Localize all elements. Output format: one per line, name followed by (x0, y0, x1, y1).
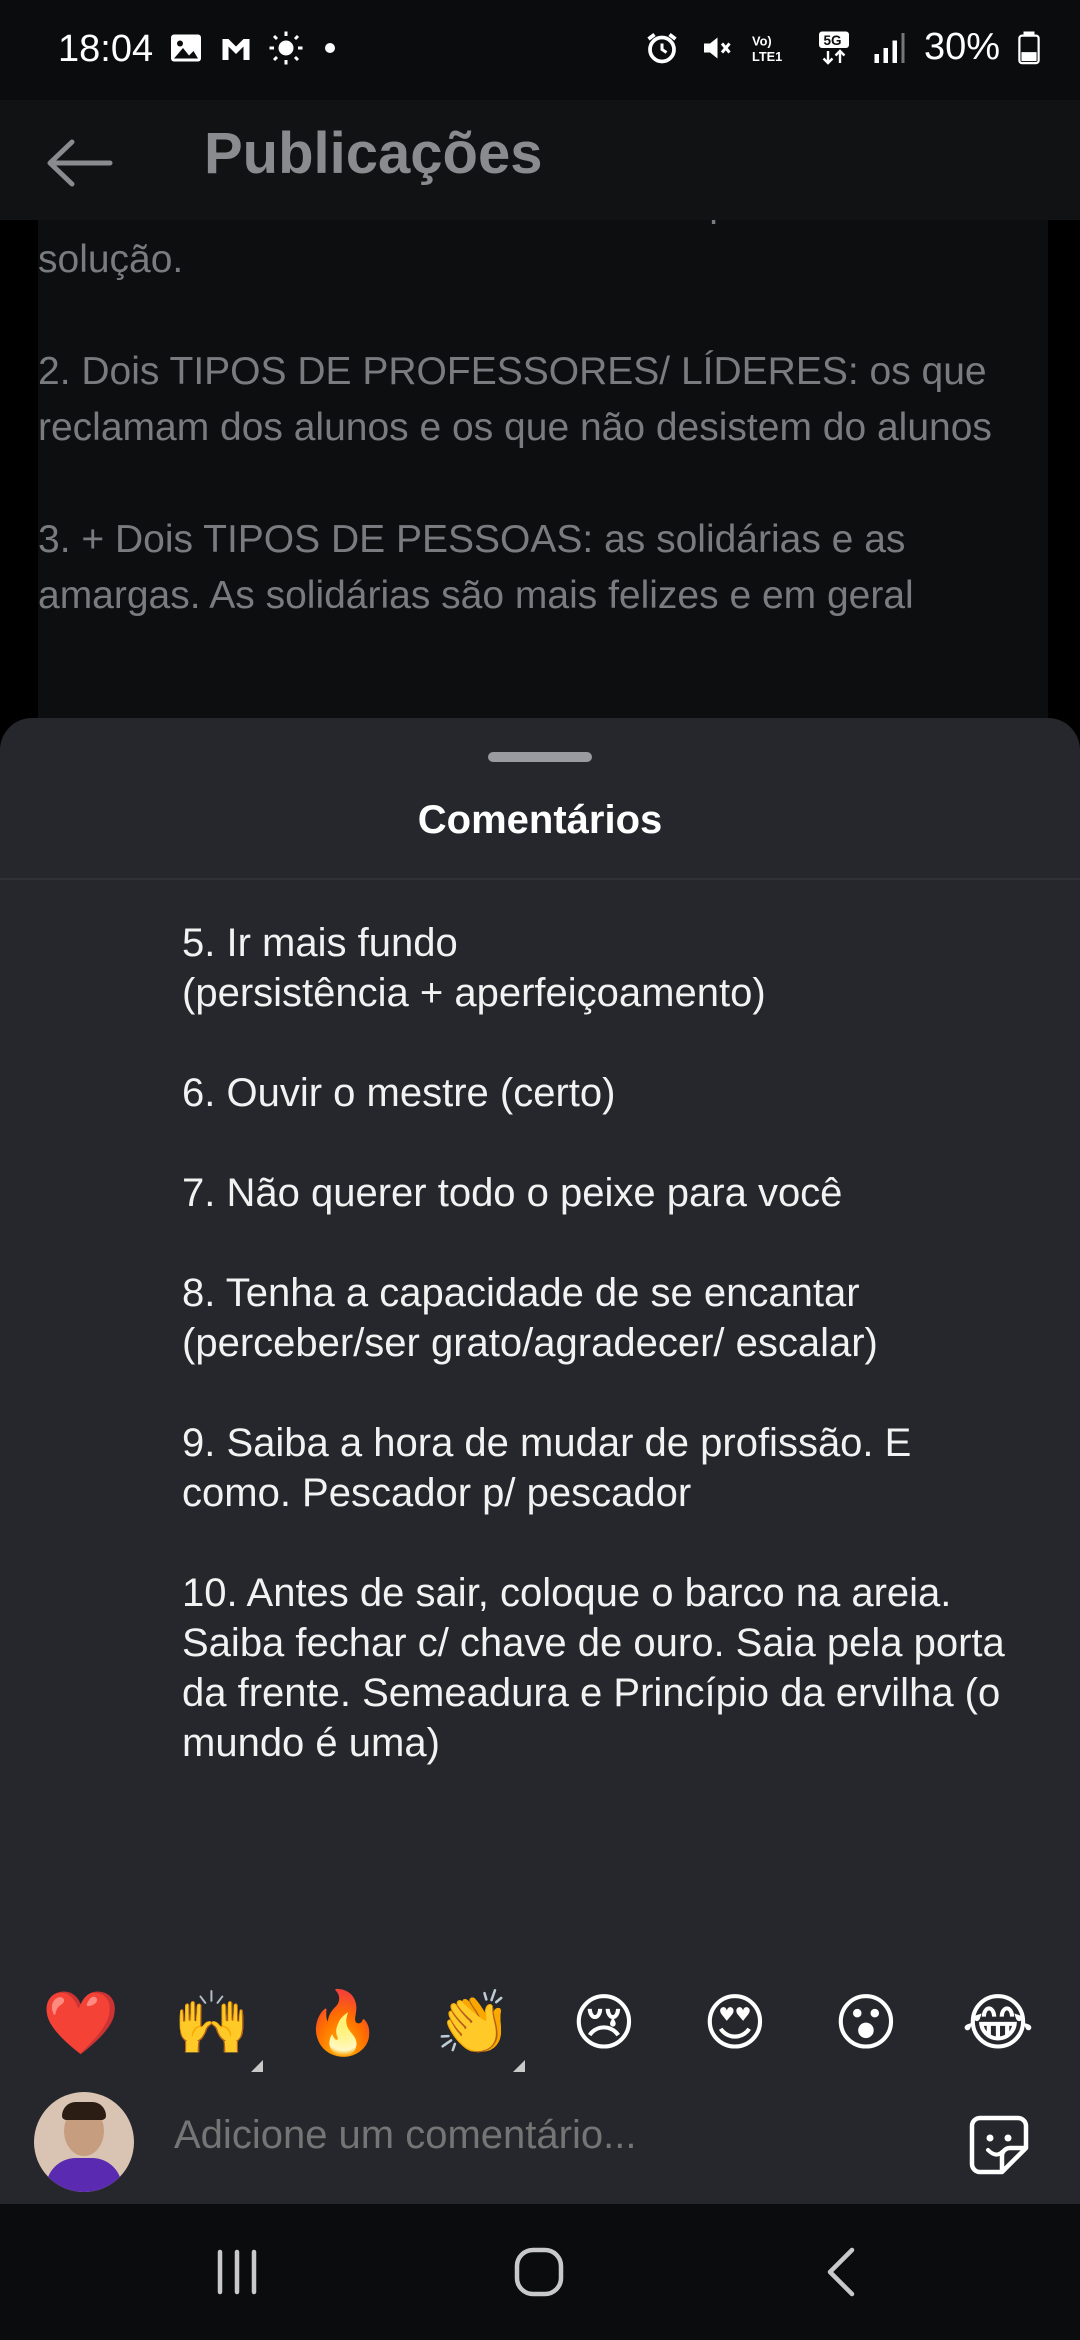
raising-hands-reaction-button[interactable]: 🙌 (173, 1986, 263, 2072)
comment-item: 5. Ir mais fundo (persistência + aperfei… (182, 921, 766, 1015)
crying-face-reaction-button[interactable]: 😢 (566, 1986, 642, 2062)
post-text: 1. Dois TIPOS DE PESSOAS: foco no proble… (38, 220, 1048, 740)
reaction-bar: ❤️ 🙌 🔥 👏 😢 😍 😮 😂 (0, 1952, 1080, 2082)
clapping-hands-icon: 👏 (435, 1989, 513, 2058)
comments-title: Comentários (417, 798, 663, 842)
comments-sheet: Comentários 5. Ir mais fundo (persistênc… (0, 718, 1080, 2204)
back-arrow-icon[interactable] (44, 138, 114, 188)
comment-item: 8. Tenha a capacidade de se encantar (pe… (182, 1271, 878, 1365)
svg-text:Vo): Vo) (752, 33, 772, 48)
battery-percent: 30% (923, 26, 1000, 68)
back-nav-icon[interactable] (808, 2242, 878, 2302)
post-paragraph: 2. Dois TIPOS DE PROFESSORES/ LÍDERES: o… (38, 350, 992, 449)
gmail-icon (222, 39, 250, 60)
avatar (34, 2092, 134, 2192)
status-left-icons (168, 30, 342, 66)
status-right: Vo) LTE1 5G 30% (644, 26, 1040, 69)
comment-item: 7. Não querer todo o peixe para você (182, 1171, 843, 1215)
svg-text:LTE1: LTE1 (752, 48, 782, 63)
app-header: Publicações (0, 100, 1080, 220)
comment-composer (0, 2082, 1080, 2204)
heart-icon: ❤️ (42, 1989, 120, 2058)
fire-icon: 🔥 (304, 1989, 382, 2058)
image-icon (171, 34, 201, 62)
variant-indicator-icon (251, 2060, 263, 2072)
crying-face-icon: 😢 (571, 1989, 637, 2058)
5g-icon: 5G (818, 31, 849, 65)
comment-item: 10. Antes de sair, coloque o barco na ar… (182, 1571, 1005, 1765)
status-bar: 18:04 Vo) LTE1 5G 30% (0, 0, 1080, 100)
svg-text:5G: 5G (823, 33, 841, 48)
surprised-face-icon: 😮 (833, 1989, 899, 2058)
brightness-icon (269, 31, 303, 65)
laughing-tears-icon: 😂 (961, 1989, 1035, 2058)
post-paragraph: 1. Dois TIPOS DE PESSOAS: foco no proble… (38, 220, 980, 281)
battery-icon (1018, 31, 1040, 64)
surprised-face-reaction-button[interactable]: 😮 (828, 1986, 904, 2062)
comment-item: 6. Ouvir o mestre (certo) (182, 1071, 616, 1115)
laughing-tears-reaction-button[interactable]: 😂 (960, 1986, 1036, 2062)
clapping-hands-reaction-button[interactable]: 👏 (435, 1986, 525, 2072)
divider (0, 878, 1080, 880)
raising-hands-icon: 🙌 (173, 1989, 251, 2058)
signal-icon (874, 32, 905, 63)
sticker-icon[interactable] (966, 2112, 1032, 2178)
fire-reaction-button[interactable]: 🔥 (304, 1986, 382, 2062)
drag-handle[interactable] (488, 752, 592, 762)
volte-icon: Vo)LTE1 (752, 33, 782, 63)
heart-eyes-icon: 😍 (702, 1989, 768, 2058)
heart-eyes-reaction-button[interactable]: 😍 (697, 1986, 773, 2062)
system-nav-bar (0, 2204, 1080, 2340)
mute-icon (703, 37, 731, 58)
home-icon[interactable] (504, 2242, 574, 2302)
comment-item: 9. Saiba a hora de mudar de profissão. E… (182, 1421, 912, 1515)
variant-indicator-icon (513, 2060, 525, 2072)
post-paragraph: 3. + Dois TIPOS DE PESSOAS: as solidária… (38, 518, 914, 617)
recent-apps-icon[interactable] (202, 2242, 272, 2302)
dot-icon (325, 43, 335, 53)
status-time: 18:04 (58, 28, 154, 70)
page-title: Publicações (204, 121, 543, 186)
alarm-icon (647, 32, 677, 63)
heart-reaction-button[interactable]: ❤️ (42, 1986, 120, 2062)
comment-body: 5. Ir mais fundo (persistência + aperfei… (182, 918, 1022, 1818)
comment-input[interactable] (172, 2112, 936, 2159)
